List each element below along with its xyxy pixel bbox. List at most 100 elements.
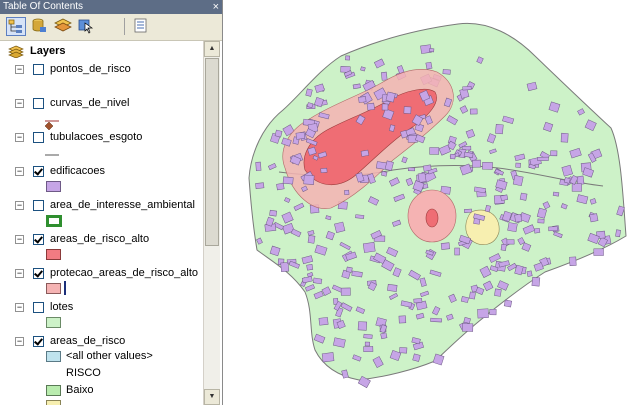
- building-footprint: [387, 284, 398, 292]
- layer-name-lotes[interactable]: lotes: [50, 299, 73, 315]
- building-footprint: [560, 132, 569, 143]
- building-footprint: [552, 191, 560, 197]
- window-titlebar[interactable]: Table Of Contents ×: [0, 0, 222, 14]
- expand-collapse-toggle[interactable]: −: [15, 269, 24, 278]
- map-view[interactable]: [223, 0, 641, 405]
- building-footprint: [399, 347, 408, 354]
- scroll-up-arrow-icon[interactable]: ▲: [204, 41, 220, 57]
- building-footprint: [429, 48, 435, 53]
- layer-name-areas-de-risco[interactable]: areas_de_risco: [50, 333, 125, 349]
- building-footprint: [380, 332, 388, 340]
- layer-visibility-checkbox-curvas-de-nivel[interactable]: [33, 98, 44, 109]
- layer-visibility-checkbox-areas-de-risco[interactable]: [33, 336, 44, 347]
- layer-visibility-checkbox-lotes[interactable]: [33, 302, 44, 313]
- building-footprint: [519, 192, 528, 201]
- expand-collapse-toggle[interactable]: −: [15, 337, 24, 346]
- building-footprint: [306, 264, 314, 271]
- text-cursor: [64, 281, 66, 295]
- list-by-drawing-order-icon: [8, 19, 22, 33]
- building-footprint: [462, 323, 474, 332]
- class-label-baixo: Baixo: [66, 384, 94, 396]
- building-footprint: [442, 69, 451, 75]
- list-by-source-button[interactable]: [30, 17, 50, 36]
- options-button[interactable]: [132, 17, 152, 36]
- building-footprint: [507, 222, 518, 233]
- building-footprint: [381, 71, 388, 81]
- building-footprint: [280, 262, 290, 273]
- list-by-visibility-button[interactable]: [54, 17, 74, 36]
- building-footprint: [589, 213, 599, 223]
- building-footprint: [449, 153, 456, 160]
- building-footprint: [398, 315, 407, 324]
- expand-collapse-toggle[interactable]: −: [15, 65, 24, 74]
- layer-visibility-checkbox-pontos-de-risco[interactable]: [33, 64, 44, 75]
- outline-symbol-swatch: [46, 215, 62, 227]
- building-footprint: [454, 247, 460, 256]
- building-footprint: [571, 183, 582, 192]
- building-footprint: [533, 227, 541, 234]
- building-footprint: [468, 291, 476, 300]
- building-footprint: [366, 102, 375, 111]
- building-footprint: [494, 288, 502, 297]
- list-by-drawing-order-button[interactable]: [6, 17, 26, 36]
- building-footprint: [537, 218, 545, 224]
- building-footprint: [318, 317, 329, 326]
- building-footprint: [381, 170, 388, 177]
- class-symbol-swatch: [46, 351, 61, 362]
- building-footprint: [345, 266, 353, 273]
- building-footprint: [345, 55, 351, 61]
- layer-visibility-checkbox-protecao-areas-de-risco-alto[interactable]: [33, 268, 44, 279]
- building-footprint: [360, 149, 370, 157]
- fill-symbol-swatch: [46, 249, 61, 260]
- layer-visibility-checkbox-area-de-interesse-ambiental[interactable]: [33, 200, 44, 211]
- layer-visibility-checkbox-areas-de-risco-alto[interactable]: [33, 234, 44, 245]
- building-footprint: [403, 106, 412, 114]
- class-field-heading: RISCO: [66, 367, 101, 379]
- expand-collapse-toggle[interactable]: −: [15, 201, 24, 210]
- building-footprint: [569, 256, 577, 266]
- building-footprint: [413, 298, 423, 304]
- toc-toolbar: [0, 14, 222, 41]
- window-title: Table Of Contents: [3, 1, 84, 12]
- line-symbol-icon: [45, 120, 59, 122]
- building-footprint: [482, 161, 493, 170]
- layer-name-areas-de-risco-alto[interactable]: areas_de_risco_alto: [50, 231, 149, 247]
- expand-collapse-toggle[interactable]: −: [15, 133, 24, 142]
- building-footprint: [548, 226, 558, 232]
- layer-name-edificacoes[interactable]: edificacoes: [50, 163, 105, 179]
- options-icon: [134, 18, 147, 33]
- toolbar-separator: [124, 18, 125, 35]
- class-symbol-swatch: [46, 400, 61, 405]
- scroll-down-arrow-icon[interactable]: ▼: [204, 389, 220, 405]
- building-footprint: [321, 352, 335, 363]
- layer-visibility-checkbox-tubulacoes-esgoto[interactable]: [33, 132, 44, 143]
- building-footprint: [489, 308, 497, 316]
- expand-collapse-toggle[interactable]: −: [15, 167, 24, 176]
- layer-visibility-checkbox-edificacoes[interactable]: [33, 166, 44, 177]
- layer-name-curvas-de-nivel[interactable]: curvas_de_nivel: [50, 95, 130, 111]
- map-canvas[interactable]: [223, 0, 641, 405]
- high-risk-area-center: [425, 208, 439, 228]
- medium-risk-area: [465, 209, 500, 245]
- expand-collapse-toggle[interactable]: −: [15, 99, 24, 108]
- expand-collapse-toggle[interactable]: −: [15, 235, 24, 244]
- scrollbar-thumb[interactable]: [205, 58, 219, 246]
- layer-name-tubulacoes-esgoto[interactable]: tubulacoes_esgoto: [50, 129, 142, 145]
- building-footprint: [303, 174, 315, 185]
- building-footprint: [276, 182, 285, 191]
- building-footprint: [255, 182, 265, 189]
- list-by-source-icon: [32, 18, 46, 32]
- layer-name-area-de-interesse-ambiental[interactable]: area_de_interesse_ambiental: [50, 197, 195, 213]
- list-by-selection-button[interactable]: [77, 17, 97, 36]
- layer-tree: Layers − pontos_de_risco − curvas_de_niv…: [0, 41, 203, 405]
- toc-vertical-scrollbar[interactable]: ▲ ▼: [203, 41, 220, 405]
- building-footprint: [320, 167, 328, 174]
- fill-symbol-swatch: [46, 283, 61, 294]
- building-footprint: [615, 229, 621, 238]
- layer-name-pontos-de-risco[interactable]: pontos_de_risco: [50, 61, 131, 77]
- layer-name-protecao-areas-de-risco-alto[interactable]: protecao_areas_de_risco_alto: [50, 265, 198, 281]
- building-footprint: [255, 161, 262, 172]
- building-footprint: [417, 172, 427, 183]
- expand-collapse-toggle[interactable]: −: [15, 303, 24, 312]
- close-icon[interactable]: ×: [213, 0, 219, 14]
